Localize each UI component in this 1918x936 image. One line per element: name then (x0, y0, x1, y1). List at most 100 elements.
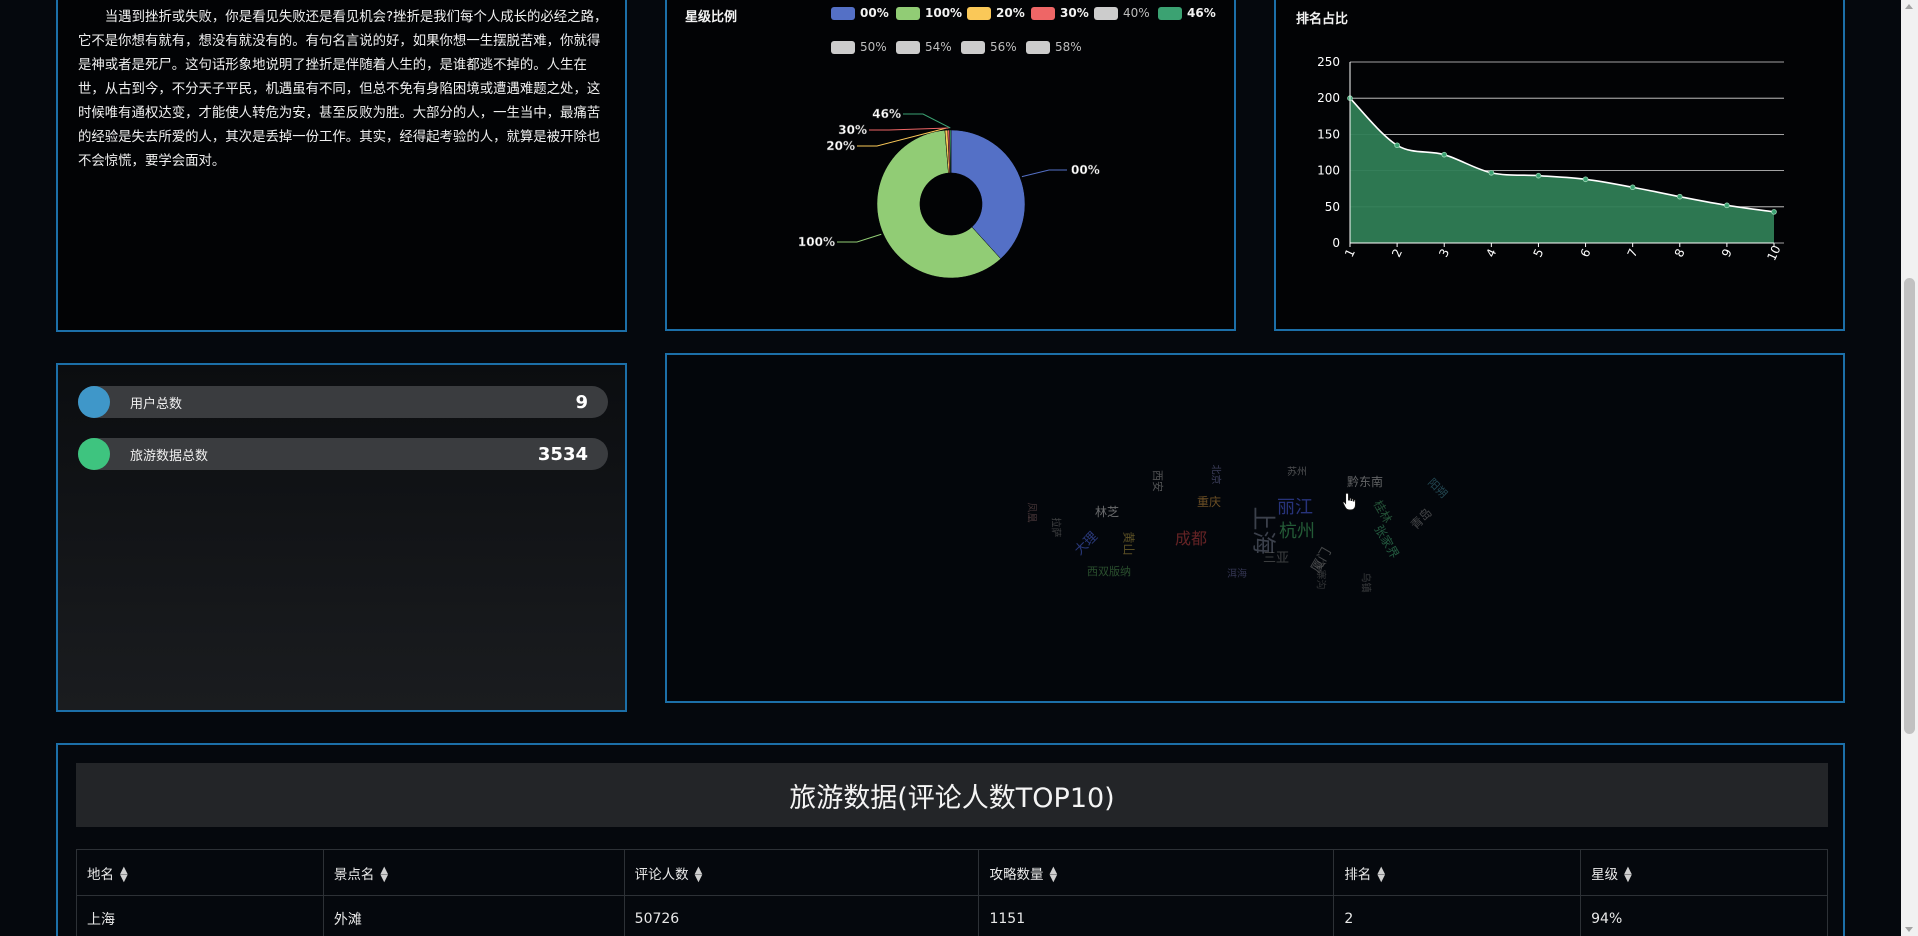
table-cell: 94% (1580, 895, 1828, 936)
table-cell: 上海 (76, 895, 324, 936)
scroll-up-arrow-icon[interactable] (1905, 4, 1913, 9)
top10-table-panel: 旅游数据(评论人数TOP10) 地名 ▲ ▼ 景点名 ▲ ▼ 评论人数 ▲ ▼ 攻略数量 ▲ ▼ 排名 ▲… (56, 743, 1845, 936)
y-tick-label: 50 (1325, 200, 1340, 214)
pie-slice-label: 100% (798, 235, 835, 249)
area-point[interactable] (1394, 142, 1400, 149)
table-header-cell[interactable]: 排名 ▲ ▼ (1333, 849, 1582, 896)
stat-dot-icon (78, 438, 110, 470)
table-header-cell[interactable]: 景点名 ▲ ▼ (322, 849, 625, 896)
cloud-word[interactable]: 杭州 (1279, 517, 1315, 543)
cloud-word[interactable]: 凤凰 (1026, 503, 1041, 523)
table-header-cell[interactable]: 攻略数量 ▲ ▼ (978, 849, 1335, 896)
y-tick-label: 0 (1332, 236, 1340, 250)
x-tick-label: 6 (1578, 247, 1594, 260)
sort-icon[interactable]: ▲ ▼ (695, 865, 703, 883)
pie-label-line (837, 233, 882, 243)
area-point[interactable] (1724, 202, 1730, 209)
stat-value: 3534 (537, 443, 588, 465)
area-point[interactable] (1629, 184, 1636, 191)
cloud-word[interactable]: 乌镇 (1360, 573, 1375, 593)
column-label: 地名 (87, 866, 114, 883)
cloud-word[interactable]: 九寨沟 (1315, 560, 1330, 590)
cloud-word[interactable]: 黄山 (1121, 531, 1138, 555)
stat-value: 9 (575, 391, 588, 413)
x-tick-label: 9 (1719, 247, 1735, 260)
table-header-cell[interactable]: 地名 ▲ ▼ (76, 849, 324, 896)
y-tick-label: 200 (1317, 91, 1340, 105)
cloud-word[interactable]: 张家界 (1371, 522, 1404, 562)
x-tick-label: 1 (1342, 247, 1358, 260)
area-point[interactable] (1488, 169, 1495, 176)
table-cell: 外滩 (322, 895, 625, 936)
y-tick-label: 150 (1317, 127, 1340, 141)
rank-area-panel: 排名占比 0 50 100 150 200 250 1 2 3 4 5 6 7 8 9 10 (1274, 0, 1845, 331)
stats-panel: 用户总数 9 旅游数据总数 3534 (56, 363, 627, 712)
star-rating-pie-panel: 星级比例 00% 100% 20% 30% 40% 46% 50% 54% 56% 58% 00%… (665, 0, 1236, 331)
word-cloud-panel: 丽江 杭州 成都 上海 黔东南 林芝 大理 三亚 厦门 桂林 西安 黄山 青岛 张家界 苏州 拉萨 重庆 北京 九寨… (665, 353, 1845, 703)
cloud-word[interactable]: 苏州 (1287, 463, 1307, 478)
table-cell: 2 (1333, 895, 1582, 936)
sort-icon[interactable]: ▲ ▼ (1049, 865, 1057, 883)
cloud-word[interactable]: 林芝 (1095, 503, 1119, 520)
column-label: 星级 (1591, 866, 1619, 883)
cloud-word[interactable]: 西双版纳 (1087, 563, 1131, 579)
stat-label: 用户总数 (130, 396, 183, 412)
pie-slice-label: 46% (872, 107, 901, 121)
y-tick-label: 100 (1317, 164, 1340, 178)
x-tick-label: 5 (1530, 247, 1546, 260)
pie-slice-label: 00% (1071, 163, 1100, 177)
table-title: 旅游数据(评论人数TOP10) (76, 763, 1828, 827)
top10-table: 地名 ▲ ▼ 景点名 ▲ ▼ 评论人数 ▲ ▼ 攻略数量 ▲ ▼ 排名 ▲ ▼ 星级 ▲ ▼ 上海 外滩 50726 1… (76, 849, 1828, 936)
sort-icon[interactable]: ▲ ▼ (1624, 865, 1632, 883)
table-cell: 50726 (623, 895, 980, 936)
column-label: 评论人数 (634, 866, 689, 883)
cloud-word[interactable]: 西安 (1150, 470, 1166, 492)
sort-icon[interactable]: ▲ ▼ (120, 865, 128, 883)
scroll-thumb[interactable] (1904, 278, 1915, 734)
x-tick-label: 4 (1483, 247, 1499, 260)
area-chart: 0 50 100 150 200 250 1 2 3 4 5 6 7 8 9 10 (1317, 55, 1784, 263)
cloud-word[interactable]: 黔东南 (1347, 473, 1383, 490)
cloud-word[interactable]: 青岛 (1407, 504, 1436, 533)
pie-chart: 00% 100% 20% 30% 46% (798, 107, 1100, 279)
area-point[interactable] (1441, 151, 1448, 158)
area-point[interactable] (1771, 209, 1777, 215)
page-scrollbar[interactable] (1901, 0, 1918, 936)
essay-panel: 当遇到挫折或失败，你是看见失败还是看见机会?挫折是我们每个人成长的必经之路，它不… (56, 0, 627, 332)
y-tick-label: 250 (1317, 55, 1340, 69)
x-tick-label: 8 (1672, 247, 1688, 260)
x-tick-label: 10 (1764, 243, 1783, 263)
area-point[interactable] (1535, 172, 1542, 179)
stat-user-count: 用户总数 9 (78, 386, 608, 418)
x-tick-label: 7 (1625, 247, 1641, 260)
area-point[interactable] (1582, 176, 1589, 183)
area-point[interactable] (1676, 193, 1683, 200)
sort-icon[interactable]: ▲ ▼ (1377, 865, 1385, 883)
cloud-word[interactable]: 重庆 (1197, 493, 1221, 510)
stat-travel-data-count: 旅游数据总数 3534 (78, 438, 608, 470)
stat-dot-icon (78, 386, 110, 418)
table-row[interactable]: 上海 外滩 50726 1151 2 94% (76, 895, 1828, 936)
cloud-word[interactable]: 成都 (1175, 525, 1207, 549)
pie-slice-label: 20% (826, 139, 855, 153)
cloud-word[interactable]: 大理 (1069, 527, 1101, 558)
scroll-down-arrow-icon[interactable] (1905, 927, 1913, 932)
cloud-word[interactable]: 三亚 (1263, 547, 1289, 566)
essay-text: 当遇到挫折或失败，你是看见失败还是看见机会?挫折是我们每个人成长的必经之路，它不… (78, 10, 608, 169)
cloud-word[interactable]: 北京 (1210, 465, 1225, 485)
cloud-word[interactable]: 拉萨 (1050, 518, 1065, 538)
cloud-word[interactable]: 阳朔 (1425, 475, 1452, 502)
table-header-cell[interactable]: 星级 ▲ ▼ (1580, 849, 1828, 896)
x-tick-label: 2 (1389, 247, 1405, 260)
stat-label: 旅游数据总数 (130, 448, 209, 464)
cloud-word[interactable]: 洱海 (1227, 565, 1247, 580)
table-cell: 1151 (978, 895, 1335, 936)
word-cloud: 丽江 杭州 成都 上海 黔东南 林芝 大理 三亚 厦门 桂林 西安 黄山 青岛 张家界 苏州 拉萨 重庆 北京 九寨… (667, 355, 1843, 701)
table-header-row: 地名 ▲ ▼ 景点名 ▲ ▼ 评论人数 ▲ ▼ 攻略数量 ▲ ▼ 排名 ▲ ▼ 星级 ▲ ▼ (76, 849, 1828, 896)
x-tick-label: 3 (1436, 247, 1452, 260)
column-label: 景点名 (333, 866, 375, 883)
table-header-cell[interactable]: 评论人数 ▲ ▼ (623, 849, 980, 896)
sort-icon[interactable]: ▲ ▼ (380, 865, 388, 883)
pie-label-line (1021, 169, 1067, 178)
hand-cursor-icon (1342, 492, 1356, 511)
